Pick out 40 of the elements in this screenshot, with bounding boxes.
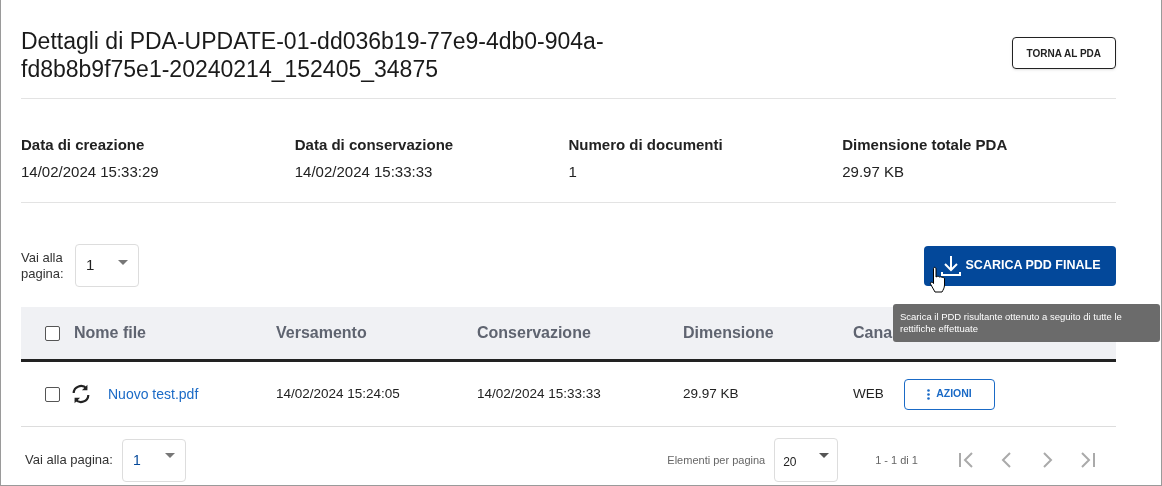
column-header: Dimensione [683, 324, 774, 341]
first-page-icon[interactable] [958, 451, 976, 469]
page-select[interactable]: 1 [121, 438, 186, 482]
column-header: Nome file [74, 323, 146, 343]
range-text: 1 - 1 di 1 [875, 452, 918, 468]
field-value: 14/02/2024 15:33:33 [294, 161, 433, 182]
file-link[interactable]: Nuovo test.pdf [108, 383, 199, 405]
more-icon [927, 388, 931, 400]
field-value: 1 [568, 161, 577, 182]
field-label: Numero di documenti [568, 135, 723, 155]
caret-icon [819, 453, 830, 459]
table-cell: 14/02/2024 15:24:05 [276, 385, 400, 401]
per-page-select[interactable]: 20 [774, 438, 839, 482]
page-label: Vai alla pagina: [21, 249, 65, 282]
caret-icon [164, 452, 175, 459]
refresh-icon [70, 383, 92, 405]
table-cell: 29.97 KB [683, 385, 739, 401]
field-label: Data di conservazione [294, 135, 454, 155]
download-icon [939, 253, 962, 278]
page-title: Dettagli di PDA-UPDATE-01-dd036b19-77e9-4db0-904a-fd8b8b9f75e1-20240214_152405_34875 [21, 27, 605, 83]
caret-icon [118, 259, 128, 266]
field-value: 29.97 KB [842, 161, 904, 182]
per-page-label: Elementi per pagina [667, 452, 766, 468]
column-header: Cana [853, 324, 893, 341]
field-label: Dimensione totale PDA [842, 135, 1008, 155]
last-page-icon[interactable] [1078, 451, 1096, 469]
table-cell: WEB [853, 385, 884, 401]
actions-button[interactable]: AZIONI [904, 378, 995, 410]
page-label: Vai alla pagina: [25, 451, 113, 470]
back-button[interactable]: TORNA AL PDA [1011, 37, 1116, 69]
tooltip: Scarica il PDD risultante ottenuto a seguito di tutte le rettifiche effettuate [893, 304, 1160, 342]
column-header: Versamento [276, 324, 367, 341]
column-header: Conservazione [477, 324, 591, 341]
field-value: 14/02/2024 15:33:29 [21, 161, 159, 182]
page-select[interactable]: 1 [75, 244, 139, 287]
field-label: Data di creazione [21, 135, 145, 155]
checkbox[interactable] [45, 325, 60, 341]
table-cell: 14/02/2024 15:33:33 [477, 385, 601, 401]
download-button[interactable]: SCARICA PDD FINALE [924, 245, 1116, 286]
checkbox[interactable] [45, 386, 60, 402]
